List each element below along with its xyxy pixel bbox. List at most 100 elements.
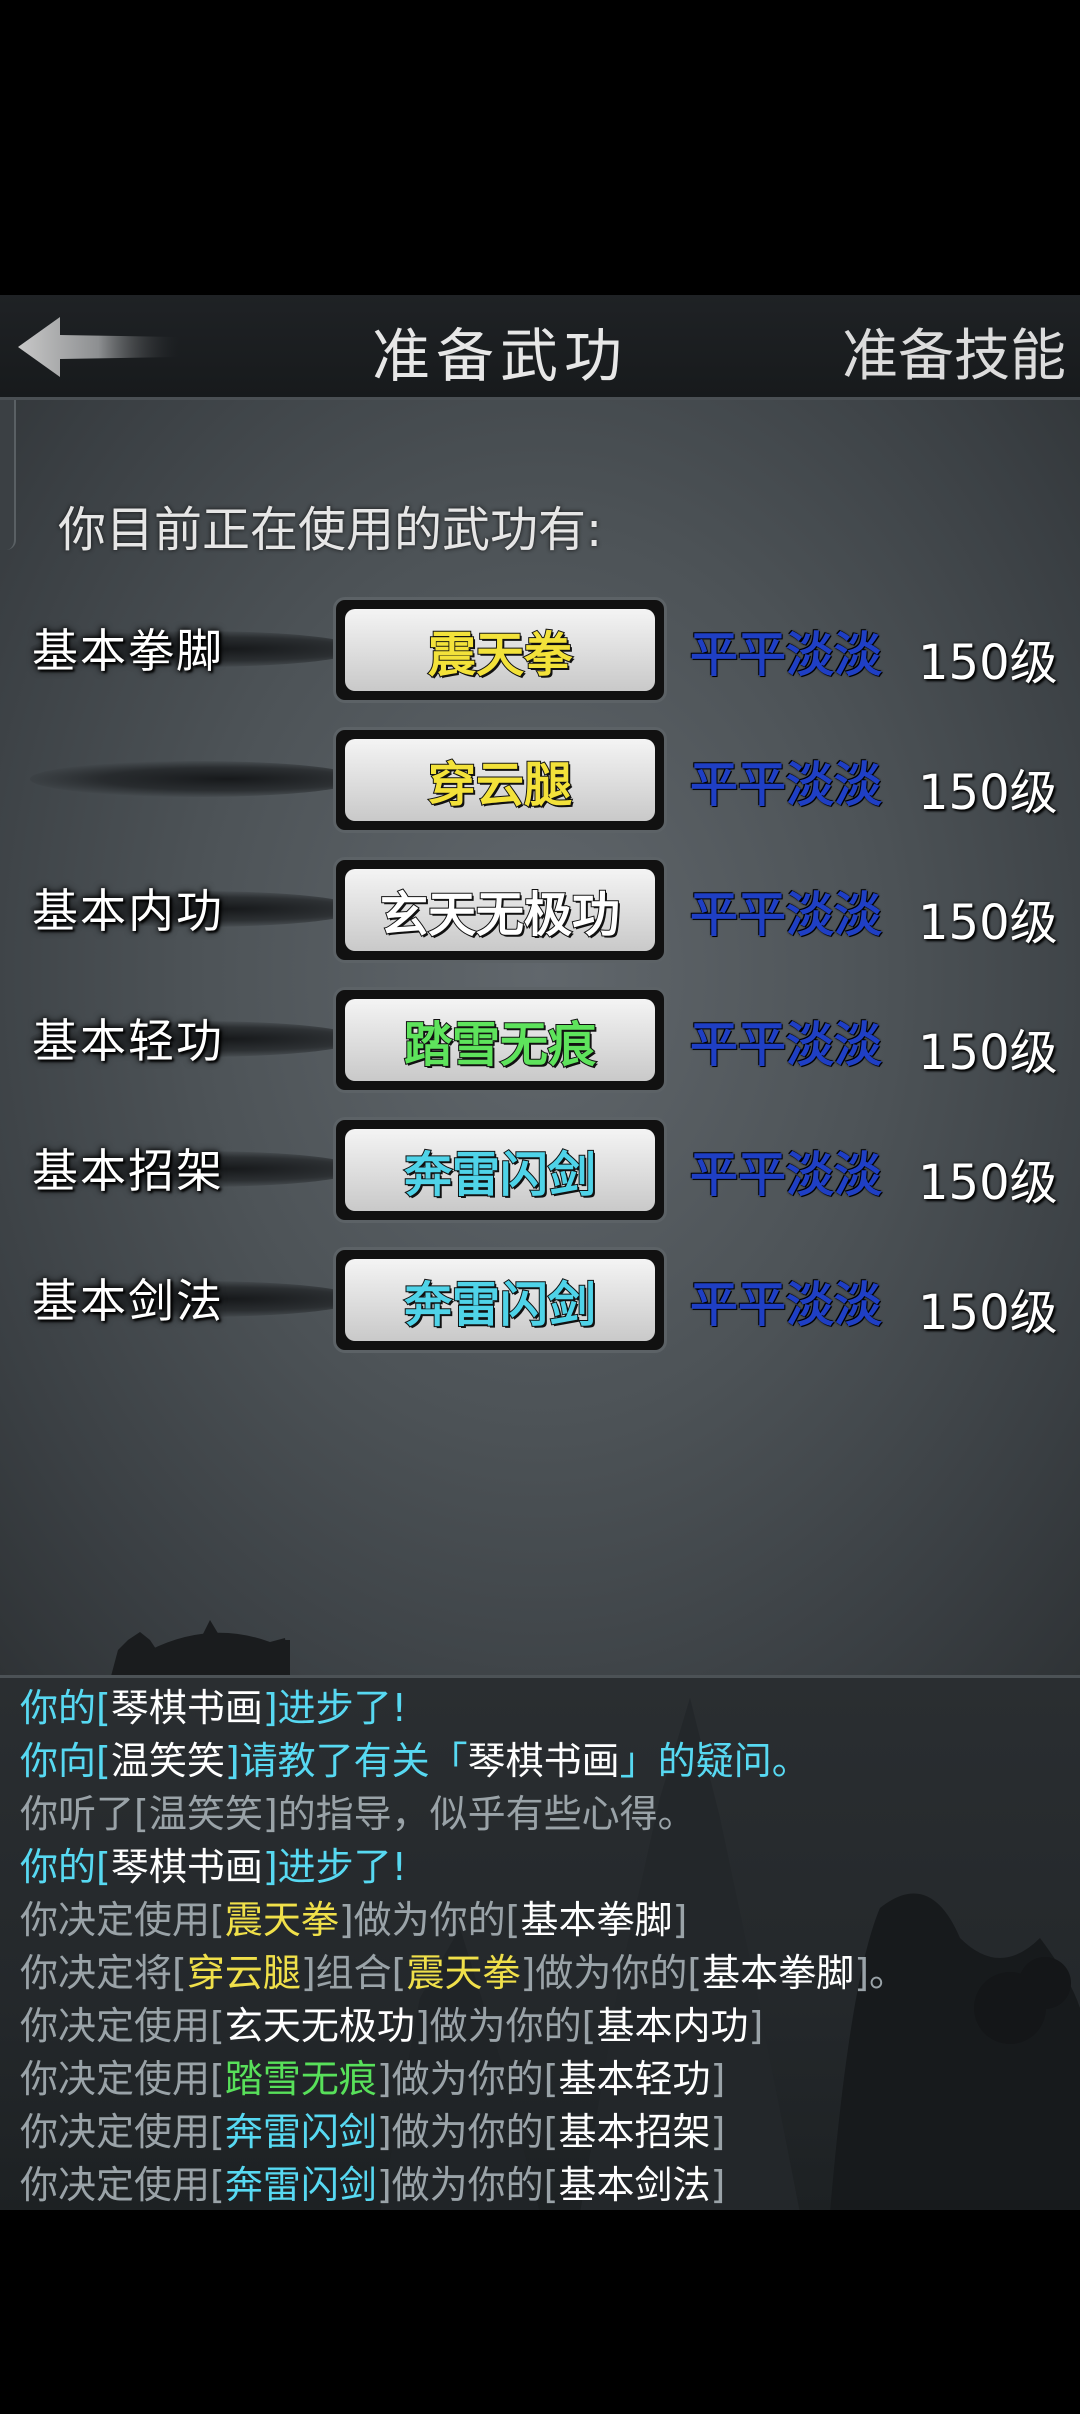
skill-level: 150级 xyxy=(918,1025,1058,1081)
skill-button-face: 奔雷闪剑 xyxy=(345,1259,655,1341)
log-line: 你的[琴棋书画]进步了! xyxy=(0,1682,907,1735)
log-segment: 琴棋书画 xyxy=(110,1686,263,1730)
skill-level: 150级 xyxy=(918,635,1058,691)
log-line: 你决定使用[玄天无极功]做为你的[基本内功] xyxy=(0,2000,907,2053)
log-segment: 你的[ xyxy=(20,1845,111,1889)
martial-arts-panel: 你目前正在使用的武功有: 基本拳脚 震天拳 平平淡淡 150级 穿云腿 平平淡淡 150级基… xyxy=(0,400,1080,1675)
log-segment: ] xyxy=(672,1898,688,1942)
skill-row: 基本内功 玄天无极功 平平淡淡 150级 xyxy=(0,853,1080,963)
skill-name: 震天拳 xyxy=(427,626,573,684)
skill-button-face: 穿云腿 xyxy=(345,739,655,821)
skill-row: 基本拳脚 震天拳 平平淡淡 150级 xyxy=(0,593,1080,703)
log-segment: 基本招架 xyxy=(558,2110,711,2154)
skill-name: 玄天无极功 xyxy=(379,886,621,944)
log-segment: ]做为你的[ xyxy=(376,2163,559,2207)
log-segment: ]。 xyxy=(854,1951,908,1995)
log-segment: 奔雷闪剑 xyxy=(224,2110,377,2154)
log-segment: ] xyxy=(710,2163,726,2207)
skill-category: 基本拳脚 xyxy=(32,624,224,678)
log-segment: 琴棋书画 xyxy=(110,1845,263,1889)
log-segment: 基本内功 xyxy=(596,2004,749,2048)
log-segment: 震天拳 xyxy=(406,1951,521,1995)
skill-rank: 平平淡淡 xyxy=(690,627,883,683)
skill-button-face: 玄天无极功 xyxy=(345,869,655,951)
log-segment: 你决定使用[ xyxy=(20,2163,225,2207)
log-line: 你决定使用[奔雷闪剑]做为你的[基本剑法] xyxy=(0,2159,907,2210)
skill-name: 奔雷闪剑 xyxy=(403,1276,597,1334)
log-segment: ]做为你的[ xyxy=(376,2057,559,2101)
log-line: 你决定使用[奔雷闪剑]做为你的[基本招架] xyxy=(0,2106,907,2159)
skill-category: 基本轻功 xyxy=(32,1014,224,1068)
log-segment: 基本拳脚 xyxy=(520,1898,673,1942)
skill-row: 基本轻功 踏雪无痕 平平淡淡 150级 xyxy=(0,983,1080,1093)
skill-level: 150级 xyxy=(918,1155,1058,1211)
log-segment: 基本剑法 xyxy=(558,2163,711,2207)
log-segment: 你听了[温笑笑]的指导，似乎有些心得。 xyxy=(20,1792,696,1836)
skill-category: 基本招架 xyxy=(32,1144,224,1198)
log-line: 你听了[温笑笑]的指导，似乎有些心得。 xyxy=(0,1788,907,1841)
skill-rank: 平平淡淡 xyxy=(690,1147,883,1203)
log-segment: ] xyxy=(748,2004,764,2048)
tab-prepare-skills[interactable]: 准备技能 xyxy=(842,311,1066,392)
skill-rank: 平平淡淡 xyxy=(690,1277,883,1333)
log-segment: ] xyxy=(710,2057,726,2101)
log-segment: 」的疑问。 xyxy=(619,1739,810,1783)
log-segment: 温笑笑 xyxy=(110,1739,225,1783)
skill-select-button[interactable]: 穿云腿 xyxy=(333,727,667,833)
log-segment: 你决定使用[ xyxy=(20,2110,225,2154)
top-bar: 准备武功 准备技能 xyxy=(0,295,1080,400)
log-segment: 基本拳脚 xyxy=(702,1951,855,1995)
log-segment: 踏雪无痕 xyxy=(224,2057,377,2101)
log-segment: 琴棋书画 xyxy=(467,1739,620,1783)
skill-rank: 平平淡淡 xyxy=(690,1017,883,1073)
skill-row: 基本招架 奔雷闪剑 平平淡淡 150级 xyxy=(0,1113,1080,1223)
skill-name: 穿云腿 xyxy=(427,756,573,814)
log-segment: 你决定将[ xyxy=(20,1951,187,1995)
skill-button-face: 踏雪无痕 xyxy=(345,999,655,1081)
log-segment: ]做为你的[ xyxy=(376,2110,559,2154)
skill-rank: 平平淡淡 xyxy=(690,887,883,943)
log-line: 你决定使用[踏雪无痕]做为你的[基本轻功] xyxy=(0,2053,907,2106)
log-segment: 玄天无极功 xyxy=(224,2004,415,2048)
intro-text: 你目前正在使用的武功有: xyxy=(58,502,603,558)
log-line: 你向[温笑笑]请教了有关「琴棋书画」的疑问。 xyxy=(0,1735,907,1788)
log-segment: ]做为你的[ xyxy=(414,2004,597,2048)
skill-category: 基本内功 xyxy=(32,884,224,938)
log-line: 你决定使用[震天拳]做为你的[基本拳脚] xyxy=(0,1894,907,1947)
skill-select-button[interactable]: 奔雷闪剑 xyxy=(333,1117,667,1223)
log-segment: ]组合[ xyxy=(300,1951,407,1995)
log-line: 你决定将[穿云腿]组合[震天拳]做为你的[基本拳脚]。 xyxy=(0,1947,907,2000)
skill-level: 150级 xyxy=(918,895,1058,951)
skill-button-face: 奔雷闪剑 xyxy=(345,1129,655,1211)
log-lines: 你的[琴棋书画]进步了! 你向[温笑笑]请教了有关「琴棋书画」的疑问。 你听了[温笑… xyxy=(0,1682,907,2210)
skill-button-face: 震天拳 xyxy=(345,609,655,691)
log-segment: 你的[ xyxy=(20,1686,111,1730)
log-segment: ]做为你的[ xyxy=(338,1898,521,1942)
skill-name: 奔雷闪剑 xyxy=(403,1146,597,1204)
skill-row: 基本剑法 奔雷闪剑 平平淡淡 150级 xyxy=(0,1243,1080,1353)
log-segment: 穿云腿 xyxy=(186,1951,301,1995)
scenery-silhouette xyxy=(110,1620,290,1680)
log-segment: 你决定使用[ xyxy=(20,1898,225,1942)
log-line: 你的[琴棋书画]进步了! xyxy=(0,1841,907,1894)
skill-select-button[interactable]: 踏雪无痕 xyxy=(333,987,667,1093)
message-log: 你的[琴棋书画]进步了! 你向[温笑笑]请教了有关「琴棋书画」的疑问。 你听了[温笑… xyxy=(0,1675,1080,2210)
log-segment: 你决定使用[ xyxy=(20,2057,225,2101)
brush-stroke xyxy=(30,761,360,797)
log-segment: 基本轻功 xyxy=(558,2057,711,2101)
log-segment: ]进步了! xyxy=(262,1845,407,1889)
log-segment: ]请教了有关「 xyxy=(224,1739,468,1783)
log-segment: 你向[ xyxy=(20,1739,111,1783)
log-segment: ]做为你的[ xyxy=(520,1951,703,1995)
skill-select-button[interactable]: 玄天无极功 xyxy=(333,857,667,963)
log-segment: ]进步了! xyxy=(262,1686,407,1730)
log-segment: 你决定使用[ xyxy=(20,2004,225,2048)
skill-select-button[interactable]: 奔雷闪剑 xyxy=(333,1247,667,1353)
game-screen: 准备武功 准备技能 你目前正在使用的武功有: 基本拳脚 震天拳 平平淡淡 150级 穿云… xyxy=(0,0,1080,2414)
skill-name: 踏雪无痕 xyxy=(403,1016,597,1074)
log-segment: ] xyxy=(710,2110,726,2154)
skill-select-button[interactable]: 震天拳 xyxy=(333,597,667,703)
skill-category: 基本剑法 xyxy=(32,1274,224,1328)
skill-row: 穿云腿 平平淡淡 150级 xyxy=(0,723,1080,833)
log-segment: 奔雷闪剑 xyxy=(224,2163,377,2207)
